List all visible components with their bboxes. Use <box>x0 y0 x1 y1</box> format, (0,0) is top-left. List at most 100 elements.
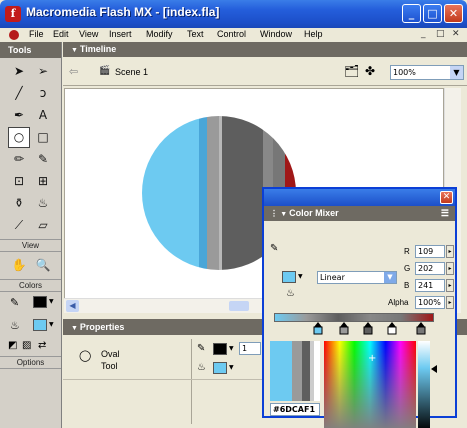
scroll-thumb[interactable] <box>229 301 249 311</box>
chevron-down-icon[interactable]: ▼ <box>49 298 54 305</box>
color-mixer-window[interactable]: ✕ ⋮ ▼ Color Mixer ☰ ✎ ▼ ♨ Linear ▼ R 109… <box>262 187 457 428</box>
menu-view[interactable]: View <box>79 29 98 39</box>
edit-symbols-icon[interactable]: ✤ <box>365 64 375 78</box>
menu-modify[interactable]: Modify <box>146 29 173 39</box>
green-value-field[interactable]: 202 <box>415 262 445 275</box>
edit-scene-icon[interactable]: 🗂 <box>344 64 359 78</box>
doc-restore-button[interactable]: □ <box>436 29 445 39</box>
oval-tool-icon: ◯ <box>79 349 92 362</box>
chevron-down-icon[interactable]: ▼ <box>450 66 463 79</box>
fill-color-swatch[interactable] <box>33 319 47 331</box>
brush-tool-icon[interactable]: ✎ <box>32 149 54 170</box>
pencil-icon[interactable]: ✎ <box>270 243 278 254</box>
properties-divider <box>191 339 192 424</box>
color-spectrum-picker[interactable]: + <box>324 341 416 428</box>
swap-colors-icon[interactable]: ⇄ <box>38 340 46 351</box>
subselect-tool-icon[interactable]: ➢ <box>32 61 54 82</box>
stroke-color-row: ✎ ▼ <box>0 292 61 315</box>
document-icon[interactable] <box>9 30 19 40</box>
gradient-stop-pointer[interactable] <box>387 322 397 335</box>
brightness-slider[interactable] <box>418 341 438 428</box>
timeline-panel-header[interactable]: ▼ Timeline <box>63 42 467 57</box>
rectangle-tool-icon[interactable]: □ <box>32 127 54 148</box>
alpha-value-field[interactable]: 100% <box>415 296 445 309</box>
red-value-field[interactable]: 109 <box>415 245 445 258</box>
menu-window[interactable]: Window <box>260 29 292 39</box>
green-spinner[interactable]: ▸ <box>446 262 454 275</box>
gradient-stop-pointer[interactable] <box>313 322 323 335</box>
oval-tool-icon[interactable]: ○ <box>8 127 30 148</box>
menu-edit[interactable]: Edit <box>53 29 69 39</box>
color-mixer-title: Color Mixer <box>289 208 339 218</box>
stage-horizontal-scrollbar[interactable]: ◀ <box>64 298 264 313</box>
gradient-stop-pointer[interactable] <box>363 322 373 335</box>
paint-bucket-icon[interactable]: ♨ <box>32 193 54 214</box>
menu-help[interactable]: Help <box>304 29 323 39</box>
ink-bottle-icon[interactable]: ⚱ <box>8 193 30 214</box>
stroke-color-swatch[interactable] <box>213 343 227 355</box>
zoom-value: 100% <box>393 68 416 77</box>
chevron-down-icon[interactable]: ▼ <box>229 364 234 371</box>
no-color-icon[interactable]: ▨ <box>22 340 31 351</box>
pen-tool-icon[interactable]: ✒ <box>8 105 30 126</box>
tools-panel-title[interactable]: Tools <box>0 42 61 58</box>
gradient-stop-pointer[interactable] <box>339 322 349 335</box>
red-label: R <box>404 247 410 256</box>
blue-value-field[interactable]: 241 <box>415 279 445 292</box>
line-tool-icon[interactable]: ╱ <box>8 83 30 104</box>
chevron-down-icon[interactable]: ▼ <box>298 273 303 280</box>
hex-value-field[interactable]: #6DCAF1 <box>270 403 320 416</box>
scroll-left-button[interactable]: ◀ <box>66 300 79 312</box>
red-spinner[interactable]: ▸ <box>446 245 454 258</box>
menu-text[interactable]: Text <box>187 29 204 39</box>
minimize-button[interactable]: _ <box>402 4 421 23</box>
free-transform-icon[interactable]: ⊡ <box>8 171 30 192</box>
lasso-tool-icon[interactable]: ↄ <box>32 83 54 104</box>
window-titlebar[interactable]: f Macromedia Flash MX - [index.fla] _ □ … <box>0 0 467 28</box>
green-label: G <box>404 264 411 273</box>
color-mixer-header[interactable]: ⋮ ▼ Color Mixer ☰ <box>264 206 455 221</box>
eyedropper-icon[interactable]: ⟋ <box>8 215 30 236</box>
blue-spinner[interactable]: ▸ <box>446 279 454 292</box>
options-menu-icon[interactable]: ☰ <box>441 206 449 221</box>
paint-bucket-icon[interactable]: ♨ <box>286 288 295 299</box>
timeline-title: Timeline <box>79 44 117 54</box>
fill-color-swatch[interactable] <box>213 362 227 374</box>
zoom-select[interactable]: 100% ▼ <box>390 65 464 80</box>
maximize-button[interactable]: □ <box>423 4 442 23</box>
menu-file[interactable]: File <box>29 29 44 39</box>
fill-type-select[interactable]: Linear ▼ <box>317 271 397 284</box>
color-mixer-titlebar[interactable]: ✕ <box>264 189 455 206</box>
brightness-handle[interactable] <box>431 365 437 373</box>
chevron-down-icon[interactable]: ▼ <box>229 345 234 352</box>
back-arrow-icon[interactable]: ⇦ <box>69 65 78 78</box>
properties-title: Properties <box>79 322 125 332</box>
doc-close-button[interactable]: ✕ <box>452 29 460 39</box>
gradient-preview-bar[interactable] <box>274 313 434 322</box>
arrow-tool-icon[interactable]: ➤ <box>8 61 30 82</box>
scene-label[interactable]: Scene 1 <box>115 67 148 77</box>
doc-minimize-button[interactable]: _ <box>421 29 426 39</box>
text-tool-icon[interactable]: A <box>32 105 54 126</box>
close-button[interactable]: ✕ <box>444 4 463 23</box>
scene-bar: ⇦ 🎬 Scene 1 🗂 ✤ 100% ▼ <box>63 58 467 86</box>
gradient-stop-pointer[interactable] <box>416 322 426 335</box>
black-white-icon[interactable]: ◩ <box>8 340 17 351</box>
eraser-icon[interactable]: ▱ <box>32 215 54 236</box>
window-title: Macromedia Flash MX - [index.fla] <box>26 5 220 19</box>
chevron-down-icon[interactable]: ▼ <box>49 321 54 328</box>
stroke-width-field[interactable]: 1 <box>239 342 261 355</box>
pencil-tool-icon[interactable]: ✏ <box>8 149 30 170</box>
menu-insert[interactable]: Insert <box>109 29 132 39</box>
fill-transform-icon[interactable]: ⊞ <box>32 171 54 192</box>
menu-bar: File Edit View Insert Modify Text Contro… <box>0 28 467 42</box>
hand-tool-icon[interactable]: ✋ <box>8 255 30 276</box>
zoom-tool-icon[interactable]: 🔍 <box>32 255 54 276</box>
stroke-color-swatch[interactable] <box>33 296 47 308</box>
chevron-down-icon[interactable]: ▼ <box>384 272 396 283</box>
fill-color-swatch[interactable] <box>282 271 296 283</box>
menu-control[interactable]: Control <box>217 29 246 39</box>
alpha-spinner[interactable]: ▸ <box>446 296 454 309</box>
close-button[interactable]: ✕ <box>440 191 453 204</box>
tool-grid: ➤ ➢ ╱ ↄ ✒ A ○ □ ✏ ✎ ⊡ ⊞ ⚱ ♨ ⟋ ▱ <box>0 58 61 236</box>
